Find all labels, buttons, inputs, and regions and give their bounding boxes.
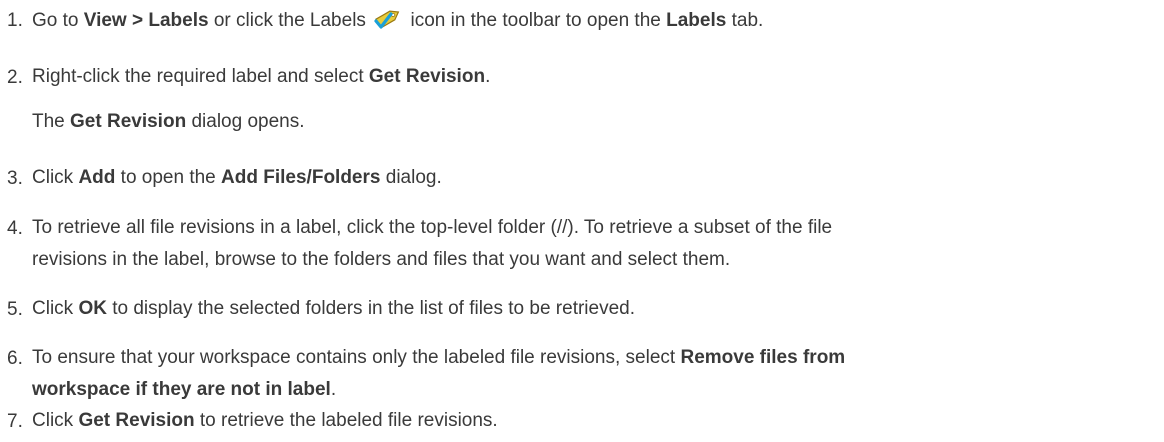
step-text: Click Add to open the Add Files/Folders …	[32, 167, 442, 188]
step-result-text: The Get Revision dialog opens.	[32, 111, 305, 132]
button-name: OK	[78, 298, 107, 319]
step-text: Click OK to display the selected folders…	[32, 298, 636, 319]
dialog-name: Get Revision	[70, 111, 187, 132]
menu-path: View > Labels	[83, 10, 209, 31]
option-name: Remove files from	[680, 347, 846, 368]
command-name: Get Revision	[368, 66, 486, 87]
instructions-page: 1. Go to View > Labels or click the Labe…	[0, 0, 1164, 442]
option-name-continued: workspace if they are not in label	[32, 379, 331, 400]
step-text: Right-click the required label and selec…	[32, 66, 491, 87]
dialog-name: Add Files/Folders	[221, 167, 381, 188]
tab-name: Labels	[666, 10, 727, 31]
button-name: Add	[78, 167, 116, 188]
step-text: To retrieve all file revisions in a labe…	[32, 217, 833, 270]
label-tag-icon	[373, 4, 403, 32]
step-text: Click Get Revision to retrieve the label…	[32, 410, 498, 431]
step-text: Go to View > Labels or click the Labels …	[32, 4, 1156, 37]
step-text: To ensure that your workspace contains o…	[32, 347, 846, 400]
button-name: Get Revision	[78, 410, 195, 431]
